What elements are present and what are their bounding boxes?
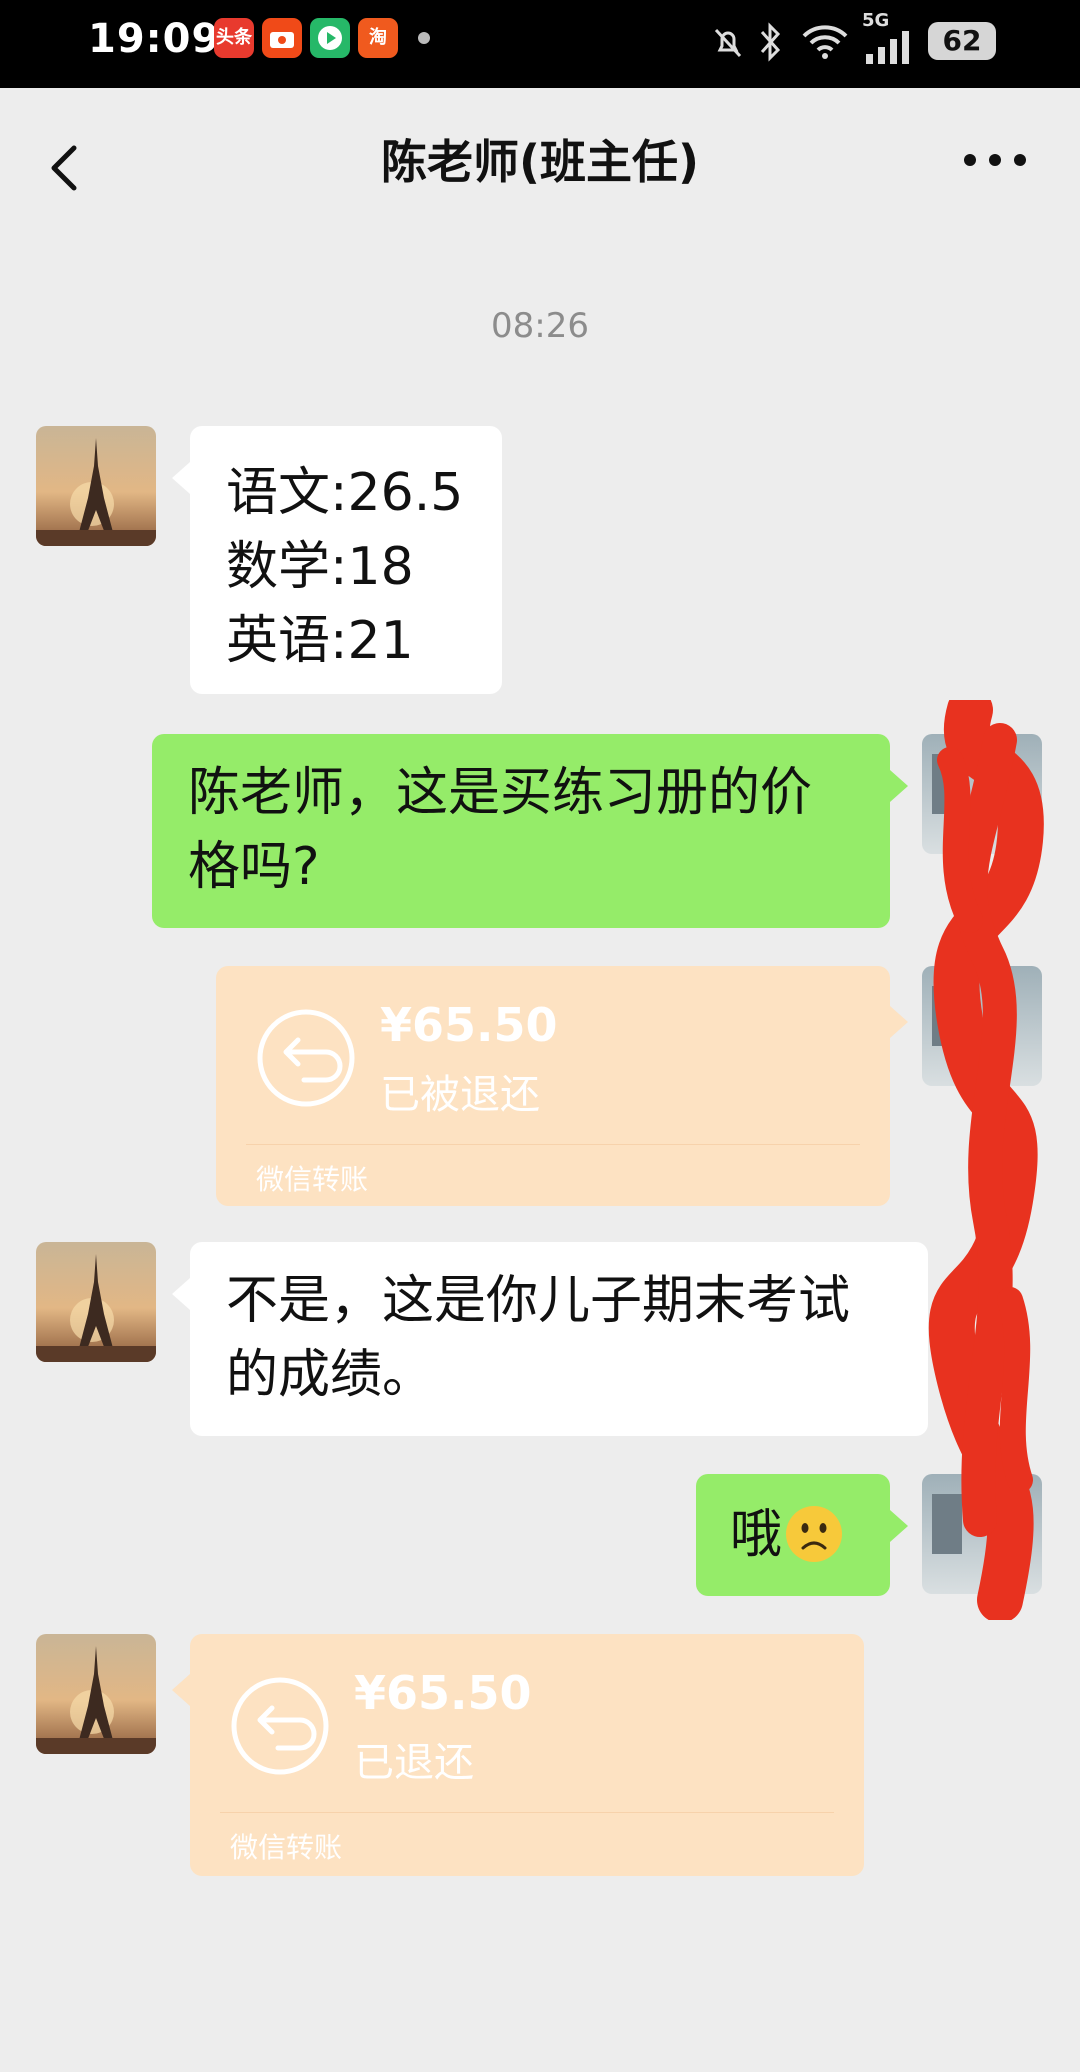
message-line: 语文:26.5 — [226, 463, 464, 523]
message-line: 英语:21 — [226, 611, 414, 671]
status-bar: 19:09 头条 淘 5G 62 — [0, 0, 1080, 88]
wifi-icon — [802, 25, 848, 59]
message-line: 格吗? — [188, 837, 320, 897]
transfer-footer: 微信转账 — [230, 1831, 343, 1864]
teacher-avatar[interactable] — [36, 1242, 156, 1362]
transfer-divider — [246, 1144, 860, 1145]
taobao-app-icon: 淘 — [358, 18, 398, 58]
network-type-label: 5G — [862, 10, 890, 31]
teacher-avatar[interactable] — [36, 1634, 156, 1754]
message-line: 不是，这是你儿子期末考试 — [226, 1271, 851, 1331]
message-bubble-outgoing[interactable]: 哦 — [696, 1474, 908, 1596]
message-line: 哦 — [730, 1498, 856, 1572]
message-line: 陈老师，这是买练习册的价 — [188, 763, 813, 823]
eiffel-tower-avatar-icon — [36, 1634, 156, 1754]
eiffel-tower-avatar-icon — [36, 426, 156, 546]
chat-timestamp: 08:26 — [491, 306, 589, 346]
refund-arrow-icon — [257, 1009, 355, 1107]
mute-bell-icon — [714, 28, 742, 58]
message-line: 数学:18 — [226, 537, 414, 597]
transfer-status: 已被退还 — [380, 1072, 540, 1118]
page-title: 陈老师(班主任) — [380, 135, 700, 189]
transfer-divider — [220, 1812, 834, 1813]
message-bubble-incoming[interactable]: 语文:26.5 数学:18 英语:21 — [172, 426, 502, 694]
message-text: 哦 — [730, 1505, 783, 1565]
refund-arrow-icon — [231, 1677, 329, 1775]
video-app-icon — [310, 18, 350, 58]
teacher-avatar[interactable] — [36, 426, 156, 546]
frowning-face-emoji-icon — [786, 1506, 843, 1562]
transfer-card-incoming[interactable]: ¥65.50 已退还 微信转账 — [172, 1634, 864, 1876]
app-notification-icon — [262, 18, 302, 58]
status-time: 19:09 — [88, 16, 221, 62]
more-options-icon[interactable] — [962, 152, 1028, 168]
transfer-status: 已退还 — [354, 1740, 474, 1786]
message-bubble-incoming[interactable]: 不是，这是你儿子期末考试 的成绩。 — [172, 1242, 928, 1436]
bluetooth-icon — [760, 22, 781, 62]
toutiao-app-icon: 头条 — [214, 18, 254, 58]
battery-indicator: 62 — [928, 22, 996, 60]
chat-header: 陈老师(班主任) — [0, 88, 1080, 236]
message-bubble-outgoing[interactable]: 陈老师，这是买练习册的价 格吗? — [152, 734, 908, 928]
transfer-card-outgoing[interactable]: ¥65.50 已被退还 微信转账 — [216, 966, 908, 1206]
transfer-footer: 微信转账 — [256, 1163, 369, 1196]
notification-dot-icon — [418, 32, 430, 44]
message-line: 的成绩。 — [226, 1345, 435, 1405]
redaction-scribble — [928, 700, 1044, 1620]
signal-icon — [866, 31, 909, 64]
transfer-amount: ¥65.50 — [354, 1666, 532, 1720]
eiffel-tower-avatar-icon — [36, 1242, 156, 1362]
transfer-amount: ¥65.50 — [380, 998, 558, 1052]
